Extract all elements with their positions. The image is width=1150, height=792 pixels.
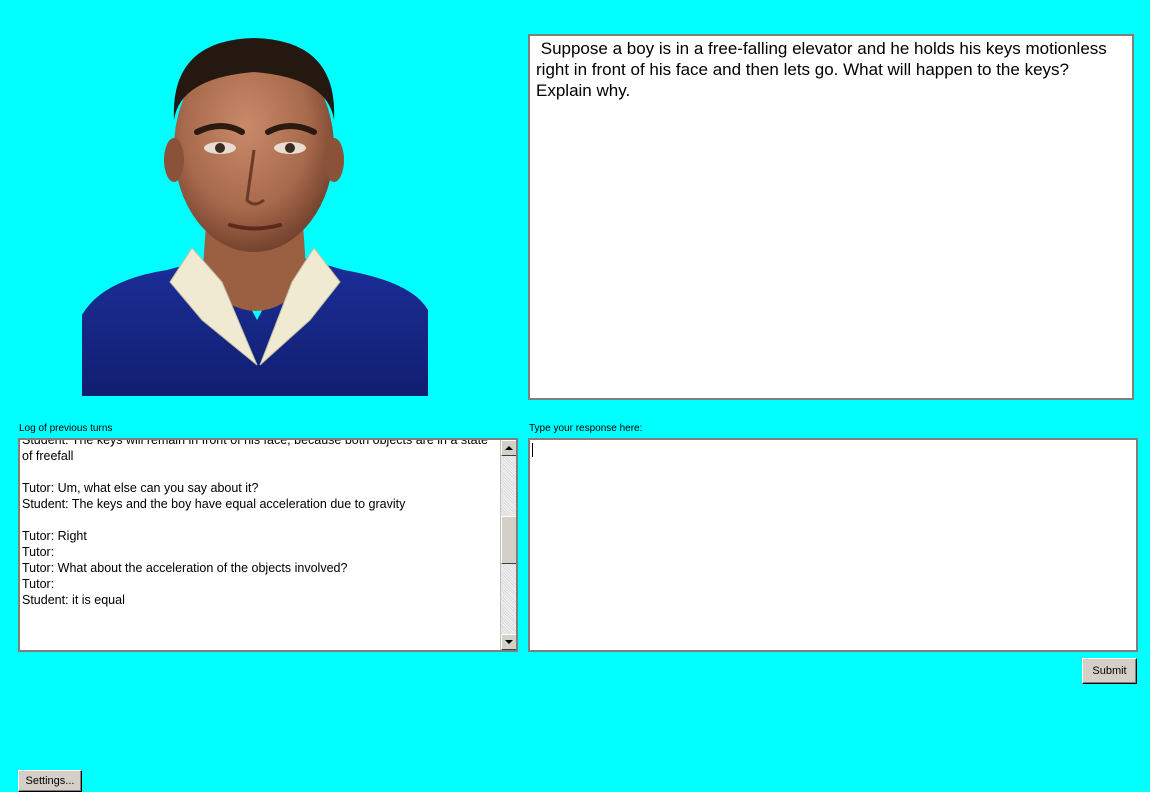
log-label: Log of previous turns	[19, 423, 113, 434]
log-line: Tutor: Right	[22, 529, 87, 543]
log-line: Tutor:	[22, 577, 55, 591]
log-scrollbar[interactable]	[500, 440, 516, 650]
scroll-thumb[interactable]	[501, 516, 516, 564]
submit-button[interactable]: Submit	[1082, 658, 1137, 684]
arrow-up-icon	[505, 446, 513, 450]
response-input[interactable]	[528, 438, 1138, 652]
log-line: Tutor: What about the acceleration of th…	[22, 561, 348, 575]
log-text: Student: The keys will remain in front o…	[22, 438, 498, 608]
text-caret	[532, 443, 533, 457]
settings-button[interactable]: Settings...	[18, 770, 82, 792]
tutor-avatar	[82, 20, 428, 396]
log-panel[interactable]: Student: The keys will remain in front o…	[18, 438, 518, 652]
log-line: Tutor:	[22, 545, 55, 559]
log-line: Student: it is equal	[22, 593, 125, 607]
scroll-down-button[interactable]	[501, 634, 516, 650]
log-line: Student: The keys will remain in front o…	[22, 438, 492, 463]
arrow-down-icon	[505, 640, 513, 644]
response-label: Type your response here:	[529, 423, 643, 434]
log-line: Tutor: Um, what else can you say about i…	[22, 481, 259, 495]
scroll-up-button[interactable]	[501, 440, 516, 456]
log-line: Student: The keys and the boy have equal…	[22, 497, 406, 511]
question-display: Suppose a boy is in a free-falling eleva…	[528, 34, 1134, 400]
